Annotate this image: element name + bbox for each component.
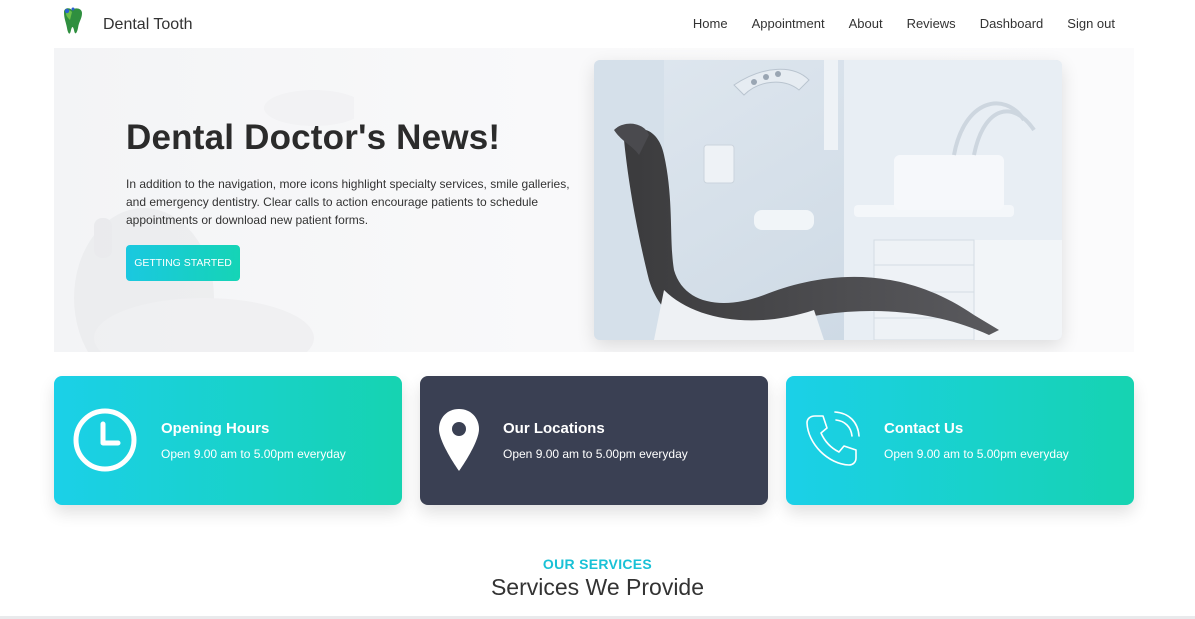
dental-chair-image [594,60,1062,340]
nav-link-dashboard[interactable]: Dashboard [980,16,1044,31]
hero-section: Dental Doctor's News! In addition to the… [54,48,1134,352]
card-title: Our Locations [503,420,605,437]
location-pin-icon [437,407,481,478]
contact-us-card: Contact Us Open 9.00 am to 5.00pm everyd… [786,376,1134,505]
card-text: Open 9.00 am to 5.00pm everyday [884,447,1069,461]
clock-icon [72,407,138,478]
nav-link-about[interactable]: About [849,16,883,31]
nav-link-home[interactable]: Home [693,16,728,31]
nav-link-appointment[interactable]: Appointment [752,16,825,31]
brand[interactable]: Dental Tooth [60,6,193,43]
card-text: Open 9.00 am to 5.00pm everyday [503,447,688,461]
navbar: Dental Tooth Home Appointment About Revi… [0,0,1195,48]
hero-title: Dental Doctor's News! [126,118,501,157]
brand-name: Dental Tooth [103,15,193,33]
getting-started-button[interactable]: GETTING STARTED [126,245,240,281]
card-title: Contact Us [884,420,964,437]
card-text: Open 9.00 am to 5.00pm everyday [161,447,346,461]
nav-link-reviews[interactable]: Reviews [907,16,956,31]
hero-description: In addition to the navigation, more icon… [126,177,570,227]
services-heading: Services We Provide [490,574,705,600]
tooth-icon [60,6,86,43]
our-locations-card: Our Locations Open 9.00 am to 5.00pm eve… [420,376,768,505]
opening-hours-card: Opening Hours Open 9.00 am to 5.00pm eve… [54,376,402,505]
nav-link-sign-out[interactable]: Sign out [1067,16,1115,31]
nav-links: Home Appointment About Reviews Dashboard… [669,16,1115,31]
services-eyebrow: OUR SERVICES [542,556,653,572]
card-title: Opening Hours [161,420,270,437]
phone-icon [803,410,861,475]
